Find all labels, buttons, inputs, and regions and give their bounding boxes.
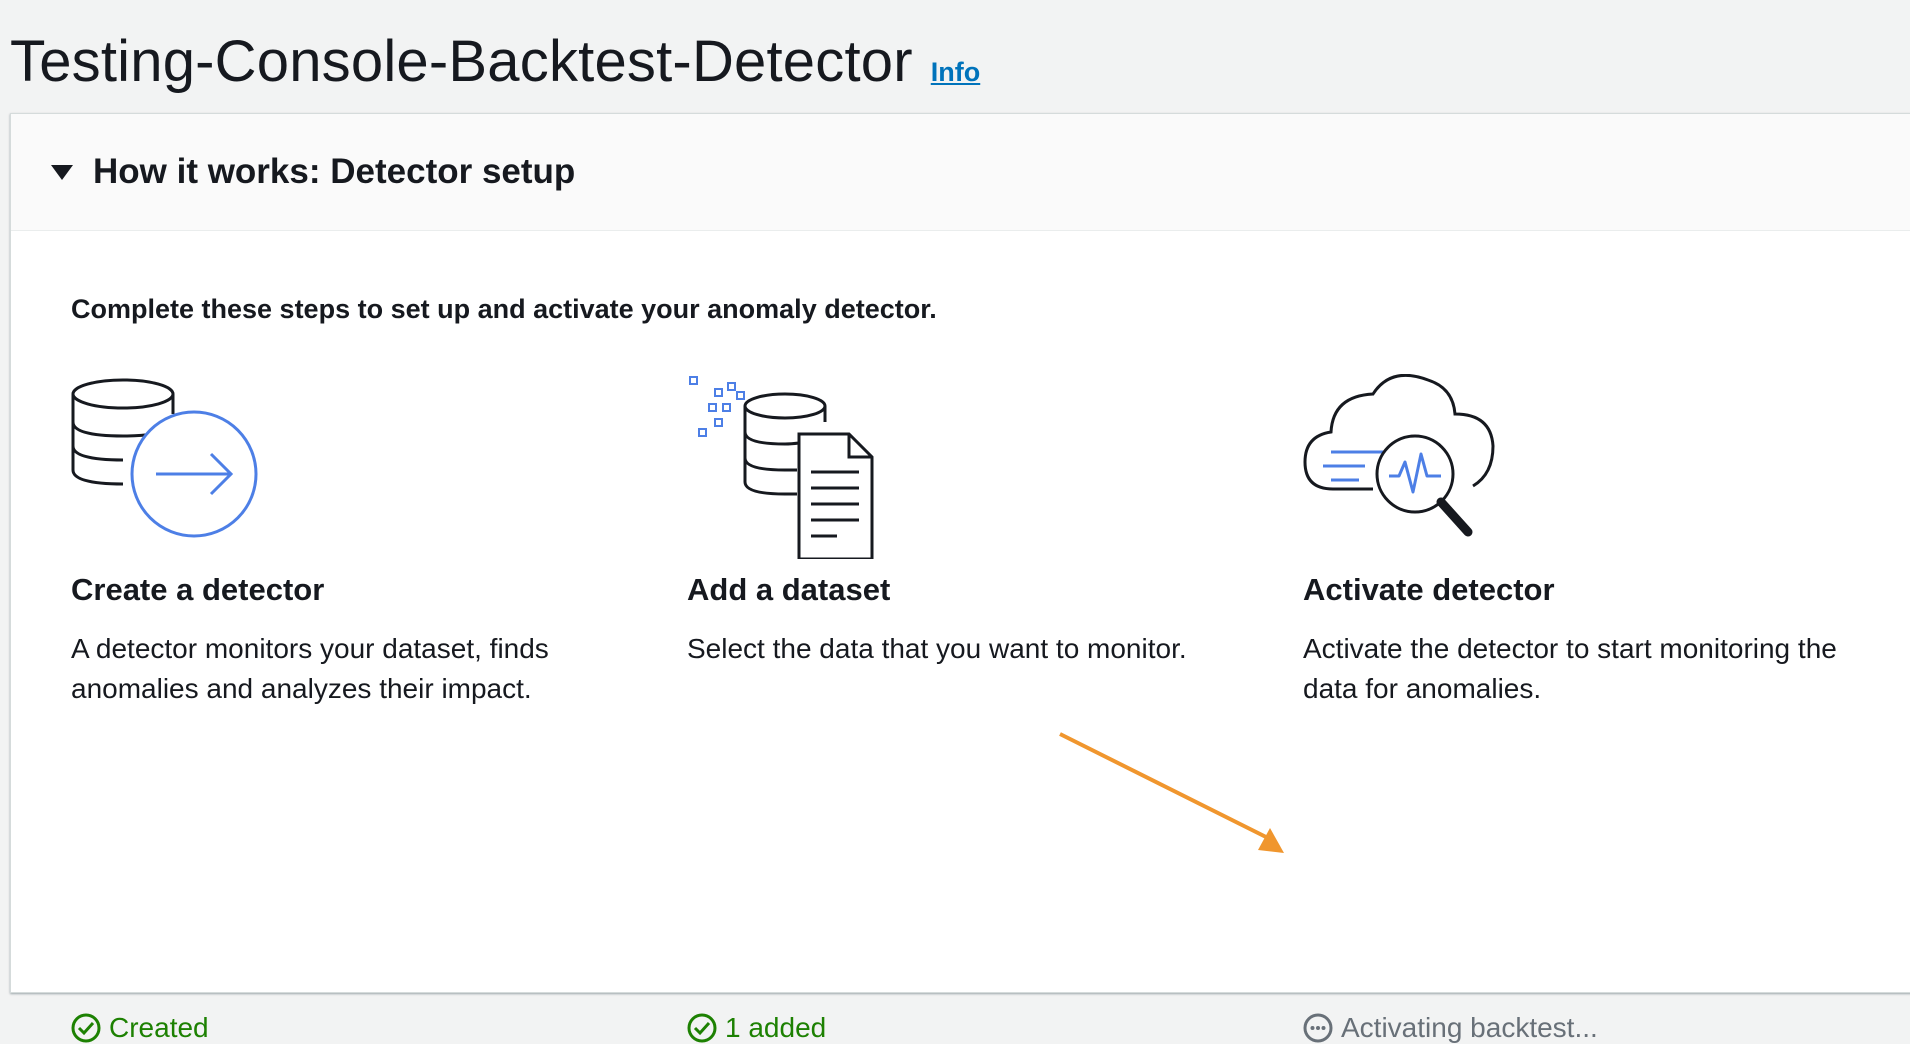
status-text: Created	[109, 1012, 209, 1043]
step-title: Activate detector	[1303, 572, 1555, 607]
panel-expand-toggle[interactable]: How it works: Detector setup	[11, 114, 1910, 231]
status-text: Activating backtest...	[1341, 1012, 1598, 1043]
step-title: Create a detector	[71, 572, 325, 607]
database-document-icon	[689, 376, 874, 559]
caret-down-icon	[51, 164, 73, 180]
step-description: Select the data that you want to monitor…	[687, 633, 1187, 664]
status-created: Created	[71, 1012, 209, 1044]
cloud-magnifier-icon	[1303, 374, 1495, 537]
ellipsis-circle-icon	[1303, 1013, 1333, 1043]
database-arrow-icon	[71, 378, 258, 538]
step-add-dataset: Add a dataset Select the data that you w…	[687, 374, 1267, 664]
status-activating: Activating backtest...	[1303, 1012, 1598, 1044]
status-text: 1 added	[725, 1012, 827, 1043]
step-title: Add a dataset	[687, 572, 891, 607]
check-circle-icon	[71, 1013, 101, 1043]
step-activate-detector: Activate detector Activate the detector …	[1303, 374, 1883, 704]
panel-intro: Complete these steps to set up and activ…	[71, 294, 937, 324]
status-added: 1 added	[687, 1012, 826, 1044]
page-title: Testing-Console-Backtest-Detector	[10, 29, 913, 94]
page-header: Testing-Console-Backtest-Detector Info	[10, 28, 980, 95]
check-circle-icon	[687, 1013, 717, 1043]
how-it-works-panel: How it works: Detector setup Complete th…	[10, 113, 1910, 1043]
info-link[interactable]: Info	[931, 57, 980, 88]
step-create-detector: Create a detector A detector monitors yo…	[71, 374, 651, 704]
panel-title: How it works: Detector setup	[93, 152, 576, 191]
step-description: A detector monitors your dataset, finds …	[71, 633, 549, 704]
step-description: Activate the detector to start monitorin…	[1303, 633, 1837, 704]
